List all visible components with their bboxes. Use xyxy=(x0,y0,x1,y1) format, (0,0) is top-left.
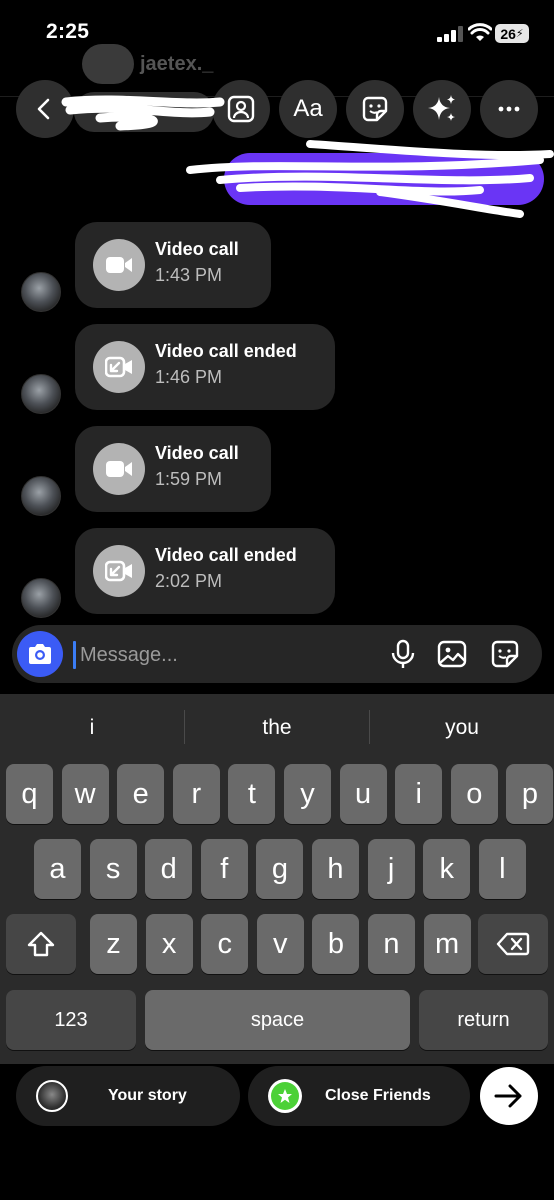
microphone-icon[interactable] xyxy=(388,639,418,669)
key-u[interactable]: u xyxy=(339,764,387,824)
sender-avatar[interactable] xyxy=(21,374,61,414)
sparkles-icon xyxy=(428,95,455,121)
header-username[interactable]: jaetex._ xyxy=(140,53,213,76)
message-composer xyxy=(12,625,542,683)
call-time: 2:02 PM xyxy=(155,571,223,591)
wifi-icon xyxy=(468,23,492,41)
key-e[interactable]: e xyxy=(117,764,165,824)
redaction-scribble xyxy=(186,140,554,218)
your-story-button[interactable]: Your story xyxy=(16,1066,240,1126)
call-time: 1:46 PM xyxy=(155,367,223,387)
camera-icon xyxy=(29,644,51,664)
text-cursor xyxy=(73,641,76,669)
sticker-icon[interactable] xyxy=(490,639,520,669)
video-call-ended-icon xyxy=(93,341,145,393)
key-i[interactable]: i xyxy=(395,764,443,824)
key-l[interactable]: l xyxy=(478,839,526,899)
suggestion-3[interactable]: you xyxy=(370,712,554,744)
contact-card-icon xyxy=(227,95,255,123)
key-w[interactable]: w xyxy=(61,764,109,824)
gallery-icon[interactable] xyxy=(437,639,467,669)
video-call-ended-icon xyxy=(93,545,145,597)
close-friends-button[interactable]: Close Friends xyxy=(248,1066,470,1126)
call-time: 1:43 PM xyxy=(155,265,223,285)
video-camera-icon xyxy=(93,239,145,291)
key-r[interactable]: r xyxy=(172,764,220,824)
key-q[interactable]: q xyxy=(6,764,53,824)
call-title: Video call xyxy=(155,239,239,259)
arrow-right-icon xyxy=(494,1084,522,1108)
send-button[interactable] xyxy=(480,1067,538,1125)
star-icon xyxy=(278,1089,292,1103)
story-avatar xyxy=(36,1080,68,1112)
close-friends-label: Close Friends xyxy=(325,1087,431,1104)
battery-level: 26 xyxy=(500,25,516,42)
call-message[interactable]: Video call 1:59 PM xyxy=(75,426,271,512)
key-h[interactable]: h xyxy=(312,839,359,899)
message-input[interactable] xyxy=(78,635,372,675)
battery-indicator: 26 ⚡ xyxy=(495,24,529,43)
key-a[interactable]: a xyxy=(34,839,81,899)
backspace-icon xyxy=(496,932,530,956)
call-title: Video call xyxy=(155,443,239,463)
suggestion-2[interactable]: the xyxy=(185,712,369,744)
key-s[interactable]: s xyxy=(89,839,137,899)
text-style-label: Aa xyxy=(293,95,323,122)
camera-button[interactable] xyxy=(17,631,63,677)
sticker-icon xyxy=(362,96,388,122)
close-friends-badge xyxy=(268,1079,302,1113)
call-message[interactable]: Video call 1:43 PM xyxy=(75,222,271,308)
keyboard: i the you qwertyuiopasdfghjklzxcvbnm 123… xyxy=(0,694,554,1064)
key-d[interactable]: d xyxy=(145,839,193,899)
key-f[interactable]: f xyxy=(200,839,248,899)
call-title: Video call ended xyxy=(155,545,297,565)
cellular-signal-icon xyxy=(437,26,463,42)
space-key[interactable]: space xyxy=(145,990,410,1050)
suggestion-1[interactable]: i xyxy=(0,712,184,744)
sender-avatar[interactable] xyxy=(21,272,61,312)
call-time: 1:59 PM xyxy=(155,469,223,489)
key-o[interactable]: o xyxy=(450,764,498,824)
status-time: 2:25 xyxy=(46,20,90,43)
key-c[interactable]: c xyxy=(201,914,249,974)
sender-avatar[interactable] xyxy=(21,476,61,516)
call-message[interactable]: Video call ended 1:46 PM xyxy=(75,324,335,410)
key-v[interactable]: v xyxy=(256,914,304,974)
key-z[interactable]: z xyxy=(90,914,137,974)
shift-icon xyxy=(27,931,55,957)
numbers-key[interactable]: 123 xyxy=(6,990,136,1050)
key-y[interactable]: y xyxy=(284,764,331,824)
key-n[interactable]: n xyxy=(368,914,415,974)
key-m[interactable]: m xyxy=(423,914,471,974)
call-message[interactable]: Video call ended 2:02 PM xyxy=(75,528,335,614)
backspace-key[interactable] xyxy=(478,914,548,974)
more-horizontal-icon xyxy=(498,106,520,112)
call-title: Video call ended xyxy=(155,341,297,361)
key-x[interactable]: x xyxy=(145,914,193,974)
your-story-label: Your story xyxy=(108,1087,187,1104)
header-avatar[interactable] xyxy=(82,44,134,84)
key-t[interactable]: t xyxy=(228,764,276,824)
return-key[interactable]: return xyxy=(419,990,548,1050)
key-j[interactable]: j xyxy=(367,839,415,899)
sender-avatar[interactable] xyxy=(21,578,61,618)
key-g[interactable]: g xyxy=(256,839,304,899)
video-camera-icon xyxy=(93,443,145,495)
key-k[interactable]: k xyxy=(423,839,471,899)
shift-key[interactable] xyxy=(6,914,76,974)
key-b[interactable]: b xyxy=(312,914,360,974)
chevron-left-icon xyxy=(37,98,50,120)
key-p[interactable]: p xyxy=(506,764,554,824)
